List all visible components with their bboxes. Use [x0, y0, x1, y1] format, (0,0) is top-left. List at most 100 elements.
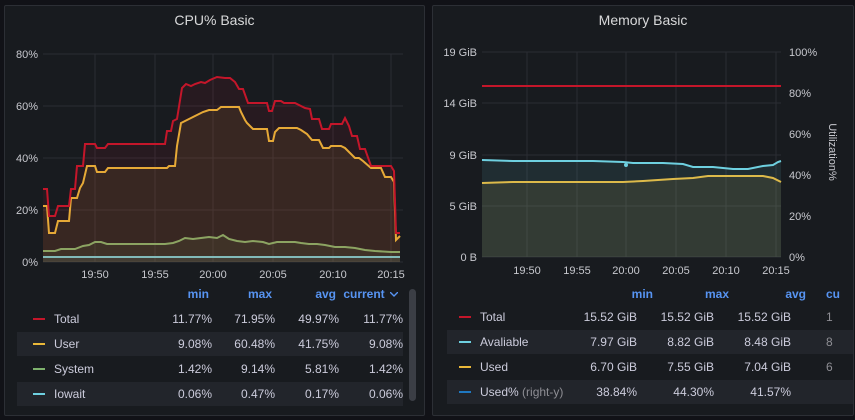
memory-chart[interactable]: 19 GiB 14 GiB 9 GiB 5 GiB 0 B 100% 80% 60% 40% 2…: [433, 6, 853, 281]
legend-current: 9.08%: [368, 337, 403, 351]
y-right-tick-label: 100%: [789, 47, 817, 59]
legend-row[interactable]: System 1.42% 9.14% 5.81% 1.42%: [17, 357, 403, 381]
legend-header: min max avg current: [5, 287, 424, 307]
legend-max: 0.47%: [240, 387, 275, 401]
legend-header-min[interactable]: min: [188, 287, 209, 301]
series-swatch: [33, 318, 45, 320]
legend-row[interactable]: Total 11.77% 71.95% 49.97% 11.77%: [17, 307, 403, 331]
legend-current: 6: [826, 360, 833, 374]
legend-series-name[interactable]: Used% (right-y): [480, 385, 563, 399]
cpu-basic-panel: CPU% Basic 80% 60% 40% 20% 0% 19:50 19:55 20:0…: [4, 5, 425, 416]
legend-series-label: Used%: [480, 385, 519, 399]
x-tick-label: 20:10: [319, 269, 347, 281]
legend-current: 0.06%: [368, 387, 403, 401]
legend-series-name[interactable]: Avaliable: [480, 335, 528, 349]
chevron-down-icon: [389, 291, 399, 297]
legend-max: 71.95%: [234, 312, 275, 326]
x-tick-label: 19:55: [141, 269, 169, 281]
legend-current: 1: [826, 310, 833, 324]
legend-series-name[interactable]: User: [54, 337, 79, 351]
legend-avg: 41.57%: [750, 385, 791, 399]
y-tick-label: 0 B: [460, 252, 477, 264]
legend-row[interactable]: Used% (right-y) 38.84% 44.30% 41.57%: [447, 380, 853, 404]
x-tick-label: 20:00: [199, 269, 227, 281]
legend-row[interactable]: Total 15.52 GiB 15.52 GiB 15.52 GiB 1: [447, 305, 853, 329]
legend-header-max[interactable]: max: [705, 287, 729, 301]
legend-avg: 0.17%: [304, 387, 339, 401]
legend-current: 8: [826, 335, 833, 349]
legend-max: 7.55 GiB: [667, 360, 714, 374]
x-tick-label: 20:15: [377, 269, 405, 281]
legend-header-avg[interactable]: avg: [315, 287, 336, 301]
y-tick-label: 20%: [16, 205, 38, 217]
x-tick-label: 19:55: [563, 265, 591, 277]
legend-avg: 15.52 GiB: [737, 310, 791, 324]
legend-avg: 7.04 GiB: [744, 360, 791, 374]
legend-current: 1.42%: [368, 362, 403, 376]
legend-min: 11.77%: [172, 312, 212, 326]
legend-max: 15.52 GiB: [660, 310, 714, 324]
y-tick-label: 60%: [16, 101, 38, 113]
x-tick-label: 19:50: [513, 265, 541, 277]
legend-avg: 41.75%: [298, 337, 339, 351]
legend-series-name[interactable]: System: [54, 362, 94, 376]
legend-row[interactable]: Avaliable 7.97 GiB 8.82 GiB 8.48 GiB 8: [447, 330, 853, 354]
data-point-marker[interactable]: [624, 163, 628, 167]
series-swatch: [459, 366, 471, 368]
legend-header-avg[interactable]: avg: [785, 287, 806, 301]
legend-series-label: Total: [480, 310, 506, 324]
legend-min: 9.08%: [177, 337, 212, 351]
legend-series-label: Used: [480, 360, 509, 374]
series-swatch: [459, 316, 471, 318]
legend-series-name[interactable]: Used: [480, 360, 508, 374]
cpu-chart[interactable]: 80% 60% 40% 20% 0% 19:50 19:55 20:00 20:05 20:10…: [5, 6, 424, 281]
y-right-tick-label: 0%: [789, 252, 805, 264]
x-tick-label: 20:05: [259, 269, 287, 281]
legend-max: 44.30%: [673, 385, 714, 399]
legend-scrollbar[interactable]: [409, 289, 416, 401]
series-swatch: [33, 343, 45, 345]
legend-series-name[interactable]: Total: [54, 312, 79, 326]
right-axis-label: Utilization%: [826, 123, 838, 181]
x-tick-label: 20:05: [662, 265, 690, 277]
y-tick-label: 5 GiB: [449, 201, 477, 213]
y-tick-label: 9 GiB: [449, 150, 477, 162]
legend-header-current[interactable]: current: [343, 287, 399, 301]
legend-row[interactable]: Iowait 0.06% 0.47% 0.17% 0.06%: [17, 382, 403, 406]
legend-series-axis-note: (right-y): [522, 385, 564, 399]
legend-min: 7.97 GiB: [590, 335, 637, 349]
legend-min: 0.06%: [177, 387, 212, 401]
legend-min: 15.52 GiB: [583, 310, 637, 324]
legend-series-label: Avaliable: [480, 335, 529, 349]
legend-series-name[interactable]: Iowait: [54, 387, 85, 401]
legend-min: 6.70 GiB: [590, 360, 637, 374]
y-tick-label: 80%: [16, 49, 38, 61]
y-tick-label: 19 GiB: [443, 47, 477, 59]
memory-basic-panel: Memory Basic 19 GiB 14 GiB 9 GiB 5 GiB 0 B 1…: [432, 5, 854, 416]
legend-min: 38.84%: [596, 385, 637, 399]
legend-max: 9.14%: [240, 362, 275, 376]
legend-header-min[interactable]: min: [632, 287, 653, 301]
series-swatch: [459, 391, 471, 393]
x-tick-label: 20:10: [712, 265, 740, 277]
y-right-tick-label: 60%: [789, 129, 811, 141]
legend-row[interactable]: User 9.08% 60.48% 41.75% 9.08%: [17, 332, 403, 356]
legend-avg: 5.81%: [304, 362, 339, 376]
legend-header-current[interactable]: cu: [826, 287, 840, 301]
legend-header-current-label: current: [343, 287, 385, 301]
series-area-avaliable: [482, 160, 781, 257]
y-tick-label: 14 GiB: [443, 98, 477, 110]
legend-series-name[interactable]: Total: [480, 310, 505, 324]
x-tick-label: 19:50: [81, 269, 109, 281]
legend-min: 1.42%: [177, 362, 212, 376]
legend-header-max[interactable]: max: [248, 287, 272, 301]
legend-avg: 8.48 GiB: [744, 335, 791, 349]
legend-max: 60.48%: [234, 337, 275, 351]
legend-current: 11.77%: [363, 312, 403, 326]
series-swatch: [459, 341, 471, 343]
legend-row[interactable]: Used 6.70 GiB 7.55 GiB 7.04 GiB 6: [447, 355, 853, 379]
legend-header: min max avg cu: [433, 287, 853, 307]
y-right-tick-label: 20%: [789, 211, 811, 223]
y-tick-label: 0%: [22, 257, 38, 269]
y-tick-label: 40%: [16, 153, 38, 165]
